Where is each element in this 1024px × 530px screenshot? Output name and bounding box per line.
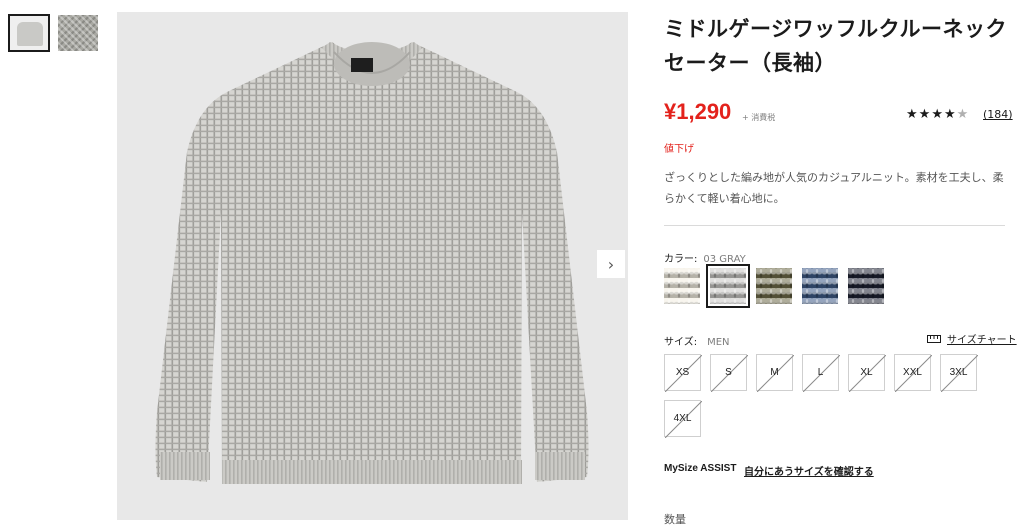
- review-count-link[interactable]: (184): [983, 108, 1013, 121]
- color-swatch-blue[interactable]: [802, 268, 838, 304]
- size-3xl-button[interactable]: 3XL: [940, 354, 978, 392]
- product-description: ざっくりとした編み地が人気のカジュアルニット。素材を工夫し、柔らかくて軽い着心地…: [664, 171, 1004, 205]
- size-category: MEN: [707, 337, 730, 348]
- sweater-thumbnail-icon: [17, 22, 43, 46]
- rating-stars-icon: ★★★★★: [906, 107, 970, 122]
- thumbnail-front[interactable]: [8, 14, 50, 52]
- price-down-badge: 値下げ: [664, 144, 694, 155]
- brand-tag: [351, 58, 373, 72]
- ruler-icon: [927, 334, 941, 343]
- mysize-assist-label: MySize ASSIST: [664, 463, 737, 474]
- size-label: サイズ: MEN: [664, 337, 730, 348]
- selected-color: 03 GRAY: [703, 254, 746, 265]
- size-l-button[interactable]: L: [802, 354, 840, 392]
- product-price: ¥1,290: [664, 99, 732, 124]
- color-swatch-navy[interactable]: [848, 268, 884, 304]
- knit-detail-thumbnail-icon: [58, 15, 98, 51]
- product-title: ミドルゲージワッフルクルーネックセーター（長袖）: [664, 17, 1007, 75]
- sweater-image: [155, 42, 589, 484]
- chevron-right-icon: ›: [607, 254, 615, 274]
- size-s-button[interactable]: S: [710, 354, 748, 392]
- mysize-check-link[interactable]: 自分にあうサイズを確認する: [744, 463, 874, 478]
- color-label: カラー: 03 GRAY: [664, 254, 746, 265]
- next-image-button[interactable]: ›: [597, 250, 625, 278]
- size-xs-button[interactable]: XS: [664, 354, 702, 392]
- size-4xl-button[interactable]: 4XL: [664, 400, 702, 438]
- main-product-image: [117, 12, 628, 520]
- quantity-label: 数量: [664, 513, 686, 526]
- size-chart-link[interactable]: サイズチャート: [927, 331, 1017, 346]
- thumbnail-detail[interactable]: [57, 14, 99, 52]
- color-swatch-off-white[interactable]: [664, 268, 700, 304]
- size-xl-button[interactable]: XL: [848, 354, 886, 392]
- tax-note: + 消費税: [742, 113, 776, 122]
- divider: [664, 225, 1005, 226]
- size-m-button[interactable]: M: [756, 354, 794, 392]
- color-swatch-olive[interactable]: [756, 268, 792, 304]
- size-xxl-button[interactable]: XXL: [894, 354, 932, 392]
- color-swatch-gray[interactable]: [706, 264, 750, 308]
